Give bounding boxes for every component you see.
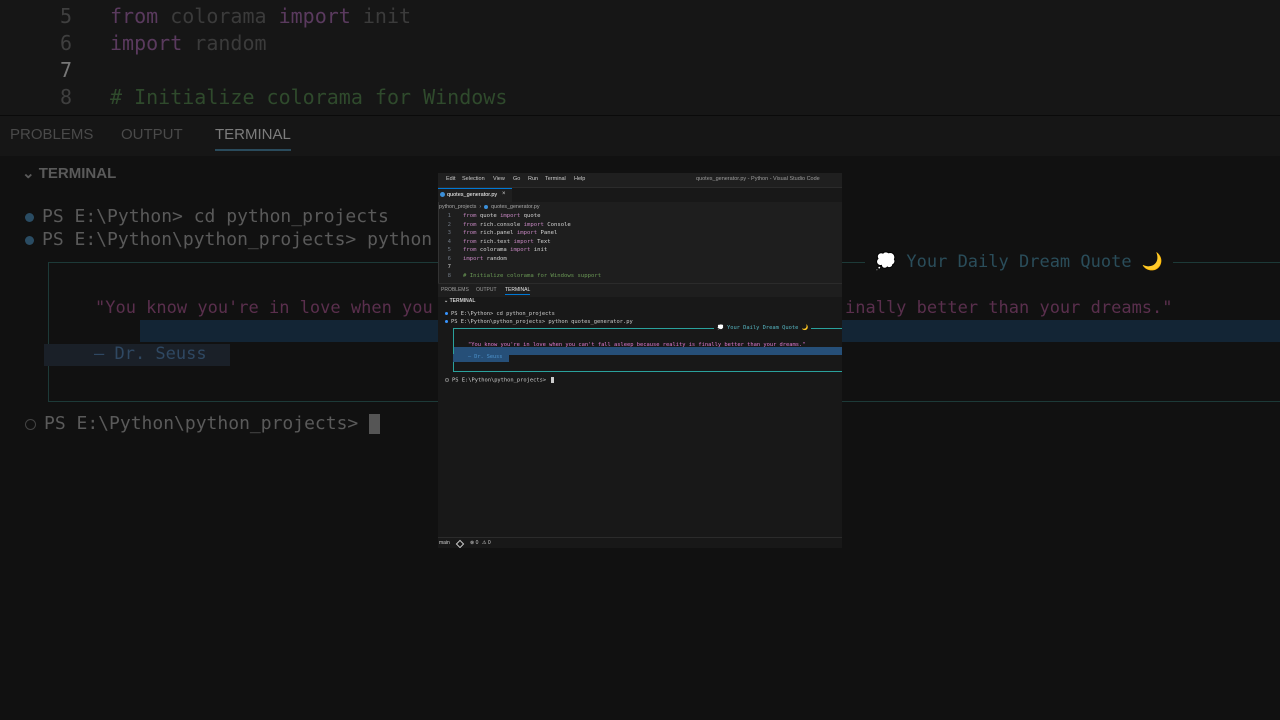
bg-command-line: PS E:\Python> cd python_projects [25, 206, 389, 227]
python-file-icon [440, 192, 445, 197]
code-line: 4 from rich.text import Text [447, 238, 551, 245]
menu-view[interactable]: View [493, 176, 505, 182]
bg-panel-title: 💭 Your Daily Dream Quote 🌙 [865, 252, 1173, 272]
terminal-cursor [551, 377, 555, 383]
terminal-header[interactable]: TERMINAL [444, 298, 476, 304]
bg-panel-tabs: PROBLEMS OUTPUT TERMINAL [0, 116, 1280, 156]
terminal-prompt: PS E:\Python\python_projects> [445, 377, 555, 384]
editor-tab-label: quotes_generator.py [447, 192, 498, 198]
quote-text: "You know you're in love when you can't … [468, 342, 806, 348]
bg-terminal-header: TERMINAL [22, 164, 117, 182]
bg-cursor [369, 414, 381, 434]
code-line: 5 from colorama import init [447, 247, 548, 253]
tab-output[interactable]: OUTPUT [476, 287, 497, 293]
breadcrumb: python_projects › quotes_generator.py [439, 204, 540, 210]
bg-code-line: 8 # Initialize colorama for Windows [59, 85, 508, 109]
vscode-window: Edit Selection View Go Run Terminal Help… [438, 173, 842, 548]
bg-tab-problems: PROBLEMS [10, 126, 94, 143]
terminal-command: PS E:\Python> cd python_projects [445, 311, 555, 317]
window-title: quotes_generator.py - Python - Visual St… [696, 176, 820, 182]
code-line: 7 [447, 264, 451, 270]
code-editor[interactable]: 1 from quote import quote 2 from rich.cons… [438, 212, 842, 283]
menu-run[interactable]: Run [528, 176, 538, 182]
tab-terminal[interactable]: TERMINAL [505, 287, 531, 295]
bg-code-line: 5 from colorama import init [59, 4, 412, 28]
terminal-command: PS E:\Python\python_projects> python quo… [445, 319, 633, 325]
editor-tab-bar: quotes_generator.py × [438, 188, 842, 202]
menu-help[interactable]: Help [574, 176, 585, 182]
command-status-dot [445, 319, 448, 323]
tab-problems[interactable]: PROBLEMS [441, 287, 469, 293]
title-bar: Edit Selection View Go Run Terminal Help… [438, 173, 842, 188]
bg-editor: 5 from colorama import init 6 import rando… [0, 0, 1280, 115]
terminal[interactable]: TERMINAL PS E:\Python> cd python_project… [438, 297, 842, 537]
bg-quote-left: "You know you're in love when you [95, 298, 433, 318]
breadcrumb-file[interactable]: quotes_generator.py [491, 204, 539, 210]
menu-go[interactable]: Go [513, 176, 520, 182]
warnings-indicator[interactable]: ⚠ 0 [482, 540, 491, 546]
code-line: 6 import random [447, 255, 507, 262]
code-line: 8 # Initialize colorama for Windows suppo… [447, 272, 602, 279]
quote-panel-title: 💭 Your Daily Dream Quote 🌙 [714, 325, 812, 331]
quote-author: — Dr. Seuss [453, 354, 509, 362]
close-icon[interactable]: × [502, 191, 506, 197]
status-bar: main ⊗ 0 ⚠ 0 [438, 537, 842, 548]
bg-code-line: 7 [59, 58, 72, 82]
python-file-icon [484, 204, 489, 209]
code-line: 3 from rich.panel import Panel [447, 230, 558, 236]
command-status-dot [445, 312, 448, 315]
sync-icon[interactable] [455, 539, 465, 548]
panel-tabs: PROBLEMS OUTPUT TERMINAL [438, 283, 842, 297]
menu-edit[interactable]: Edit [446, 176, 455, 182]
bg-code-line: 6 import random [59, 31, 267, 55]
menu-terminal[interactable]: Terminal [545, 176, 566, 182]
code-line: 2 from rich.console import Console [447, 221, 571, 228]
breadcrumb-folder[interactable]: python_projects [439, 204, 476, 210]
menu-selection[interactable]: Selection [462, 176, 485, 182]
bg-prompt: PS E:\Python\python_projects> [25, 413, 381, 434]
branch-indicator[interactable]: main [439, 540, 450, 546]
selection-highlight [454, 347, 842, 355]
code-line: 1 from quote import quote [447, 213, 541, 219]
bg-quote-right: inally better than your dreams." [845, 298, 1173, 318]
bg-tab-terminal: TERMINAL [215, 126, 291, 151]
bg-quote-author: — Dr. Seuss [44, 344, 230, 366]
editor-tab[interactable]: quotes_generator.py × [438, 188, 512, 202]
bg-command-line: PS E:\Python\python_projects> python qu [25, 229, 465, 250]
bg-tab-output: OUTPUT [121, 126, 183, 143]
errors-indicator[interactable]: ⊗ 0 [470, 540, 478, 546]
prompt-status-dot [445, 378, 449, 382]
